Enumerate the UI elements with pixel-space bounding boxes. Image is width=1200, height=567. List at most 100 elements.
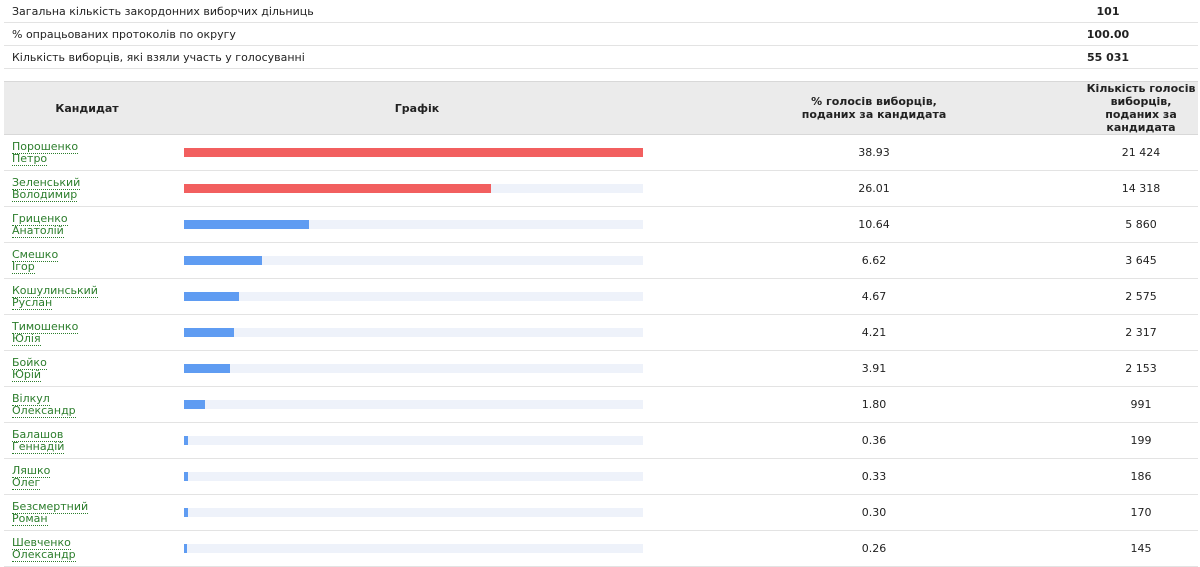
table-row: Порошенко Петро 38.93 21 424	[4, 134, 1198, 171]
candidate-cell: Порошенко Петро	[4, 134, 170, 171]
candidate-given-name: Петро	[12, 151, 48, 165]
candidate-link[interactable]: Гриценко Анатолій	[12, 211, 68, 238]
candidate-link[interactable]: Бойко Юрій	[12, 355, 47, 382]
table-row: Кошулинський Руслан 4.67 2 575	[4, 278, 1198, 315]
candidate-link[interactable]: Вілкул Олександр	[12, 391, 76, 418]
summary-value: 100.00	[1018, 22, 1198, 46]
graph-cell	[170, 170, 664, 207]
header-candidate: Кандидат	[4, 81, 170, 135]
percent-cell: 38.93	[664, 134, 1084, 171]
vote-bar	[184, 256, 263, 265]
header-count: Кількість голосів виборців, поданих за к…	[1084, 81, 1198, 135]
candidate-cell: Кошулинський Руслан	[4, 278, 170, 315]
summary-value: 55 031	[1018, 45, 1198, 69]
vote-bar	[184, 436, 189, 445]
candidate-given-name: Анатолій	[12, 223, 64, 237]
candidate-link[interactable]: Порошенко Петро	[12, 139, 79, 166]
header-graph: Графік	[170, 81, 664, 135]
table-row: Смешко Ігор 6.62 3 645	[4, 242, 1198, 279]
votes-cell: 5 860	[1084, 206, 1198, 243]
vote-bar	[184, 184, 491, 193]
table-row: Тимошенко Юлія 4.21 2 317	[4, 314, 1198, 351]
votes-cell: 991	[1084, 386, 1198, 423]
summary-row: Кількість виборців, які взяли участь у г…	[4, 45, 1198, 69]
table-row: Шевченко Олександр 0.26 145	[4, 530, 1198, 567]
candidate-cell: Вілкул Олександр	[4, 386, 170, 423]
table-row: Бойко Юрій 3.91 2 153	[4, 350, 1198, 387]
votes-cell: 2 153	[1084, 350, 1198, 387]
candidate-cell: Шевченко Олександр	[4, 530, 170, 567]
candidate-cell: Гриценко Анатолій	[4, 206, 170, 243]
bar-track	[184, 148, 643, 157]
results-header-row: Кандидат Графік % голосів виборців, пода…	[4, 81, 1198, 135]
summary-value: 101	[1018, 0, 1198, 23]
votes-cell: 3 645	[1084, 242, 1198, 279]
bar-track	[184, 508, 643, 517]
bar-track	[184, 328, 643, 337]
candidate-given-name: Олександр	[12, 547, 76, 561]
bar-track	[184, 292, 643, 301]
graph-cell	[170, 458, 664, 495]
table-row: Безсмертний Роман 0.30 170	[4, 494, 1198, 531]
results-table: Кандидат Графік % голосів виборців, пода…	[4, 81, 1198, 567]
header-count-line1: Кількість голосів виборців,	[1086, 82, 1196, 108]
graph-cell	[170, 206, 664, 243]
graph-cell	[170, 350, 664, 387]
graph-cell	[170, 242, 664, 279]
candidate-cell: Смешко Ігор	[4, 242, 170, 279]
graph-cell	[170, 278, 664, 315]
percent-cell: 0.33	[664, 458, 1084, 495]
percent-cell: 26.01	[664, 170, 1084, 207]
percent-cell: 3.91	[664, 350, 1084, 387]
percent-cell: 0.30	[664, 494, 1084, 531]
vote-bar	[184, 328, 234, 337]
summary-label: Загальна кількість закордонних виборчих …	[4, 0, 1018, 23]
candidate-link[interactable]: Тимошенко Юлія	[12, 319, 79, 346]
graph-cell	[170, 134, 664, 171]
candidate-link[interactable]: Балашов Геннадій	[12, 427, 65, 454]
bar-track	[184, 400, 643, 409]
candidate-link[interactable]: Смешко Ігор	[12, 247, 59, 274]
vote-bar	[184, 400, 206, 409]
votes-cell: 145	[1084, 530, 1198, 567]
candidate-link[interactable]: Безсмертний Роман	[12, 499, 89, 526]
table-row: Гриценко Анатолій 10.64 5 860	[4, 206, 1198, 243]
candidate-given-name: Олег	[12, 475, 41, 489]
graph-cell	[170, 494, 664, 531]
candidate-given-name: Володимир	[12, 187, 78, 201]
vote-bar	[184, 472, 188, 481]
vote-bar	[184, 544, 188, 553]
candidate-link[interactable]: Шевченко Олександр	[12, 535, 76, 562]
header-percent-line2: поданих за кандидата	[801, 108, 947, 121]
header-percent-line1: % голосів виборців,	[811, 95, 937, 108]
graph-cell	[170, 530, 664, 567]
percent-cell: 1.80	[664, 386, 1084, 423]
table-row: Ляшко Олег 0.33 186	[4, 458, 1198, 495]
vote-bar	[184, 148, 643, 157]
graph-cell	[170, 386, 664, 423]
candidate-link[interactable]: Зеленський Володимир	[12, 175, 81, 202]
bar-track	[184, 472, 643, 481]
candidate-cell: Зеленський Володимир	[4, 170, 170, 207]
candidate-cell: Балашов Геннадій	[4, 422, 170, 459]
votes-cell: 186	[1084, 458, 1198, 495]
candidate-link[interactable]: Ляшко Олег	[12, 463, 51, 490]
summary-label: % опрацьованих протоколів по округу	[4, 22, 1018, 46]
bar-track	[184, 436, 643, 445]
bar-track	[184, 184, 643, 193]
graph-cell	[170, 422, 664, 459]
summary-row: Загальна кількість закордонних виборчих …	[4, 0, 1198, 23]
candidate-cell: Ляшко Олег	[4, 458, 170, 495]
summary-label: Кількість виборців, які взяли участь у г…	[4, 45, 1018, 69]
votes-cell: 2 575	[1084, 278, 1198, 315]
vote-bar	[184, 364, 231, 373]
vote-bar	[184, 508, 188, 517]
candidate-link[interactable]: Кошулинський Руслан	[12, 283, 98, 310]
table-row: Зеленський Володимир 26.01 14 318	[4, 170, 1198, 207]
candidate-cell: Безсмертний Роман	[4, 494, 170, 531]
percent-cell: 6.62	[664, 242, 1084, 279]
percent-cell: 4.21	[664, 314, 1084, 351]
percent-cell: 10.64	[664, 206, 1084, 243]
summary-row: % опрацьованих протоколів по округу 100.…	[4, 22, 1198, 46]
votes-cell: 21 424	[1084, 134, 1198, 171]
